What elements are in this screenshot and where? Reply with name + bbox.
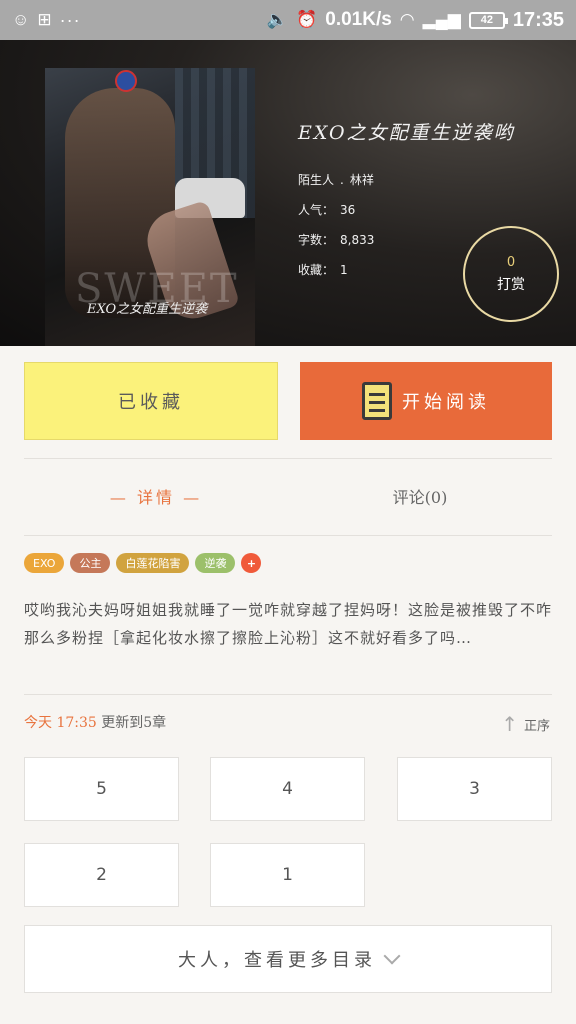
- mute-icon: 🔈: [266, 10, 289, 29]
- update-time: 17:35: [56, 715, 97, 731]
- book-header: SWEET EXO之女配重生逆袭 EXO之女配重生逆袭哟 陌生人. 林祥 人气： 3…: [0, 40, 576, 346]
- chevron-down-icon: [383, 947, 401, 965]
- book-icon: [362, 382, 392, 420]
- more-chapters-label: 大人，查看更多目录: [178, 950, 376, 971]
- tag-counterattack[interactable]: 逆袭: [195, 553, 236, 573]
- tab-comments[interactable]: 评论(0): [288, 470, 552, 522]
- add-tag-button[interactable]: +: [241, 553, 262, 573]
- popularity-value: 36: [340, 203, 356, 217]
- battery-icon: 42: [468, 11, 508, 29]
- divider: [24, 535, 552, 536]
- tag-exo[interactable]: EXO: [24, 553, 65, 573]
- book-title: EXO之女配重生逆袭哟: [298, 122, 515, 144]
- divider: [24, 694, 552, 695]
- grid-icon: ⊞: [37, 10, 52, 29]
- author-row: 陌生人. 林祥: [298, 165, 515, 195]
- update-info: 今天 17:35 更新到5章: [24, 712, 166, 732]
- tag-princess[interactable]: 公主: [70, 553, 111, 573]
- alarm-icon: ⏰: [296, 10, 318, 29]
- more-chapters-button[interactable]: 大人，查看更多目录: [24, 925, 552, 993]
- chapter-button[interactable]: 4: [210, 757, 365, 821]
- favorites-label: 收藏：: [298, 263, 335, 277]
- wifi-icon: ◠: [399, 10, 415, 29]
- clock: 17:35: [512, 8, 564, 31]
- tag-white-lotus[interactable]: 白莲花陷害: [116, 553, 190, 573]
- update-day: 今天: [24, 715, 52, 731]
- tag-list: EXO 公主 白莲花陷害 逆袭 +: [24, 553, 262, 573]
- start-reading-button[interactable]: 开始阅读: [300, 362, 552, 440]
- book-cover[interactable]: SWEET EXO之女配重生逆袭: [45, 68, 255, 346]
- favorites-value: 1: [340, 263, 348, 277]
- chapter-button[interactable]: 1: [210, 843, 365, 907]
- more-notifications-icon: ···: [59, 9, 81, 30]
- chapter-button[interactable]: 3: [397, 757, 552, 821]
- book-description: 哎哟我沁夫妈呀姐姐我就睡了一觉咋就穿越了捏妈呀！这脸是被推毁了不咋那么多粉捏［拿…: [24, 601, 553, 647]
- signal-icon: ▂▄▆: [422, 10, 461, 29]
- chat-icon: ☺: [12, 10, 30, 29]
- start-reading-label: 开始阅读: [402, 392, 490, 413]
- sort-label: 正序: [523, 718, 550, 734]
- sort-toggle[interactable]: ↑ 正序: [501, 712, 550, 736]
- author-name: 林祥: [349, 173, 374, 187]
- tip-label: 打赏: [497, 276, 525, 293]
- chapter-button[interactable]: 2: [24, 843, 179, 907]
- status-bar: ☺ ⊞ ··· 🔈 ⏰ 0.01K/s ◠ ▂▄▆ 42 17:35: [0, 0, 576, 40]
- arrow-up-icon: ↑: [501, 712, 518, 736]
- tab-detail[interactable]: — 详情 —: [24, 470, 288, 522]
- tip-button[interactable]: 0 打赏: [463, 226, 559, 322]
- chapter-button[interactable]: 5: [24, 757, 179, 821]
- update-text: 更新到5章: [101, 715, 167, 731]
- popularity-row: 人气： 36: [298, 195, 515, 225]
- network-speed: 0.01K/s: [325, 9, 392, 30]
- battery-level: 42: [480, 14, 493, 26]
- word-count-label: 字数：: [298, 233, 335, 247]
- street-sign-icon: [115, 70, 137, 92]
- popularity-label: 人气：: [298, 203, 335, 217]
- favorited-button[interactable]: 已收藏: [24, 362, 278, 440]
- cover-caption: EXO之女配重生逆袭: [87, 302, 208, 317]
- tip-count: 0: [506, 254, 516, 270]
- author-label: 陌生人: [298, 173, 335, 187]
- word-count-value: 8,833: [340, 233, 375, 247]
- divider: [24, 458, 552, 459]
